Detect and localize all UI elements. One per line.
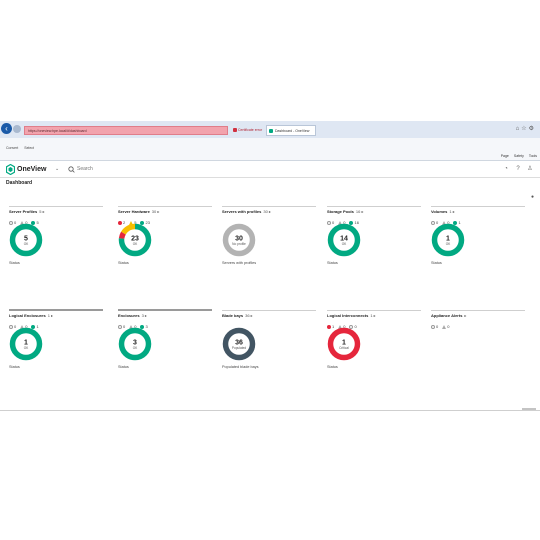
oneview-logo-icon[interactable]	[6, 164, 15, 175]
user-icon[interactable]: ♙	[526, 165, 534, 174]
dashboard-panel: Storage Pools 16 ▸ 0 0 16 14 OK Status	[327, 200, 421, 278]
donut-sublabel: OK	[24, 242, 29, 246]
donut-sublabel: No profile	[232, 242, 246, 246]
status-count-unknown[interactable]: 0	[431, 324, 438, 330]
panel-header[interactable]: Appliance Alerts ▸	[431, 304, 525, 318]
dashboard-panel: Blade bays 36 ▸ 36 Populated Populated blade…	[222, 304, 316, 382]
status-donut-chart[interactable]: 23OK	[118, 223, 152, 257]
browser-tools-item[interactable]: Safety	[514, 154, 524, 158]
panel-count: ▸	[464, 313, 467, 318]
status-summary: 0 0 16	[327, 211, 363, 225]
browser-window: ‹ https://oneview.hpe.local/#/dashboard …	[0, 121, 540, 417]
status-summary: 2 5 23	[118, 211, 154, 225]
panel-count: 1 ▸	[47, 313, 54, 318]
page-title: Dashboard	[6, 180, 33, 186]
panel-header[interactable]: Enclosures 3 ▸	[118, 304, 212, 318]
panel-header[interactable]: Server Hardware 30 ▸	[118, 200, 212, 214]
app-header: OneView ⌄ Search ◔ ? ♙	[0, 161, 540, 178]
donut-sublabel: Critical	[339, 346, 349, 350]
panel-header[interactable]: Servers with profiles 30 ▸	[222, 200, 316, 214]
status-count-value: 0	[447, 324, 450, 329]
panel-caption: Status	[118, 261, 129, 265]
panel-caption: Status	[327, 261, 338, 265]
favorites-bar: Solution Demonstration P...Receipt Remin…	[0, 152, 540, 161]
browser-menu-bar: FileEditViewFavoritesToolsHelp	[0, 138, 540, 152]
panel-header[interactable]: Logical Interconnects 1 ▸	[327, 304, 421, 318]
status-summary: 001	[431, 211, 465, 225]
status-donut-chart[interactable]: 30No profile	[222, 223, 256, 257]
status-donut-chart[interactable]: 1OK	[9, 327, 43, 361]
help-icon[interactable]: ?	[514, 165, 522, 174]
panel-count: 36 ▸	[245, 313, 253, 318]
status-summary: 00	[431, 315, 453, 329]
status-donut-chart[interactable]: 1OK	[431, 223, 465, 257]
browser-tools-menu: Page Safety Tools	[496, 152, 537, 161]
dashboard-panel: Appliance Alerts ▸ 0 0	[431, 304, 525, 382]
browser-command-bar: Convert Select	[0, 145, 540, 152]
panel-caption: Status	[118, 365, 129, 369]
horizontal-scrollbar[interactable]	[522, 408, 536, 410]
panel-title[interactable]: Servers with profiles	[222, 209, 261, 214]
dashboard-panel: Volumes 1 ▸ 0 0 1 1 OK Status	[431, 200, 525, 278]
panel-caption: Status	[9, 365, 20, 369]
dashboard-panel: Servers with profiles 30 ▸ 30 No profile Ser…	[222, 200, 316, 278]
browser-address-row: ‹ https://oneview.hpe.local/#/dashboard …	[0, 121, 540, 138]
panel-title[interactable]: Blade bays	[222, 313, 243, 318]
panel-header[interactable]: Server Profiles 5 ▸	[9, 200, 103, 214]
tab-dashboard[interactable]: Dashboard - OneView	[266, 125, 316, 136]
browser-command[interactable]: Convert	[6, 146, 18, 150]
dashboard-panel: Server Profiles 5 ▸ 0 0 5 5 OK Status	[9, 200, 103, 278]
dashboard-panel: Logical Interconnects 1 ▸ 1 0 0 1 Critical Stat…	[327, 304, 421, 382]
status-donut-chart[interactable]: 36Populated	[222, 327, 256, 361]
chevron-down-icon[interactable]: ⌄	[55, 165, 59, 174]
status-donut-chart[interactable]: 3OK	[118, 327, 152, 361]
status-count-warning-unknown[interactable]: 0	[442, 324, 449, 330]
panel-caption: Status	[327, 365, 338, 369]
donut-sublabel: OK	[342, 242, 347, 246]
search-input[interactable]: Search	[77, 165, 93, 174]
warning-icon	[442, 324, 447, 329]
browser-command[interactable]: Select	[24, 146, 34, 150]
status-count-value: 0	[436, 324, 439, 329]
status-summary: 005	[9, 211, 43, 225]
status-donut-chart[interactable]: 14OK	[327, 223, 361, 257]
panel-header[interactable]: Logical Enclosures 1 ▸	[9, 304, 103, 318]
panel-caption: Status	[431, 261, 442, 265]
donut-sublabel: Populated	[232, 346, 247, 350]
app-name: OneView	[17, 166, 47, 173]
panel-count: 1 ▸	[370, 313, 376, 318]
status-summary: 001	[9, 315, 43, 329]
panel-header[interactable]: Storage Pools 16 ▸	[327, 200, 421, 214]
forward-button[interactable]	[13, 125, 21, 133]
donut-sublabel: OK	[133, 346, 138, 350]
back-button[interactable]: ‹	[1, 123, 12, 134]
certificate-error-tab[interactable]: Certificate error	[232, 126, 264, 135]
search-icon[interactable]	[68, 165, 75, 174]
dashboard-panel: Enclosures 3 ▸ 0 0 3 3 OK Status	[118, 304, 212, 382]
status-donut-chart[interactable]: 5OK	[9, 223, 43, 257]
donut-sublabel: OK	[446, 242, 451, 246]
browser-toolbar-icons[interactable]: ⌂☆⚙	[516, 125, 536, 132]
panel-caption: Populated blade bays	[222, 365, 259, 369]
status-summary: 100	[327, 315, 361, 329]
panel-count: 30 ▸	[263, 209, 271, 214]
dashboard-panel: Logical Enclosures 1 ▸ 0 0 1 1 OK Status	[9, 304, 103, 382]
browser-tools-item[interactable]: Page	[501, 154, 509, 158]
panel-header[interactable]: Blade bays 36 ▸	[222, 304, 316, 318]
panel-header[interactable]: Volumes 1 ▸	[431, 200, 525, 214]
donut-sublabel: OK	[133, 242, 138, 246]
activity-icon[interactable]: ◔	[502, 165, 510, 174]
donut-sublabel: OK	[24, 346, 29, 350]
bottom-divider	[0, 410, 540, 411]
status-donut-chart[interactable]: 1Critical	[327, 327, 361, 361]
browser-tools-item[interactable]: Tools	[529, 154, 537, 158]
gear-icon[interactable]: ●	[531, 194, 534, 200]
status-summary: 003	[118, 315, 152, 329]
panel-caption: Servers with profiles	[222, 261, 257, 265]
panel-caption: Status	[9, 261, 20, 265]
address-bar[interactable]: https://oneview.hpe.local/#/dashboard	[24, 126, 228, 135]
unknown-status-icon	[431, 324, 435, 329]
dashboard-panel: Server Hardware 30 ▸ 2 5 23 23 OK Status	[118, 200, 212, 278]
